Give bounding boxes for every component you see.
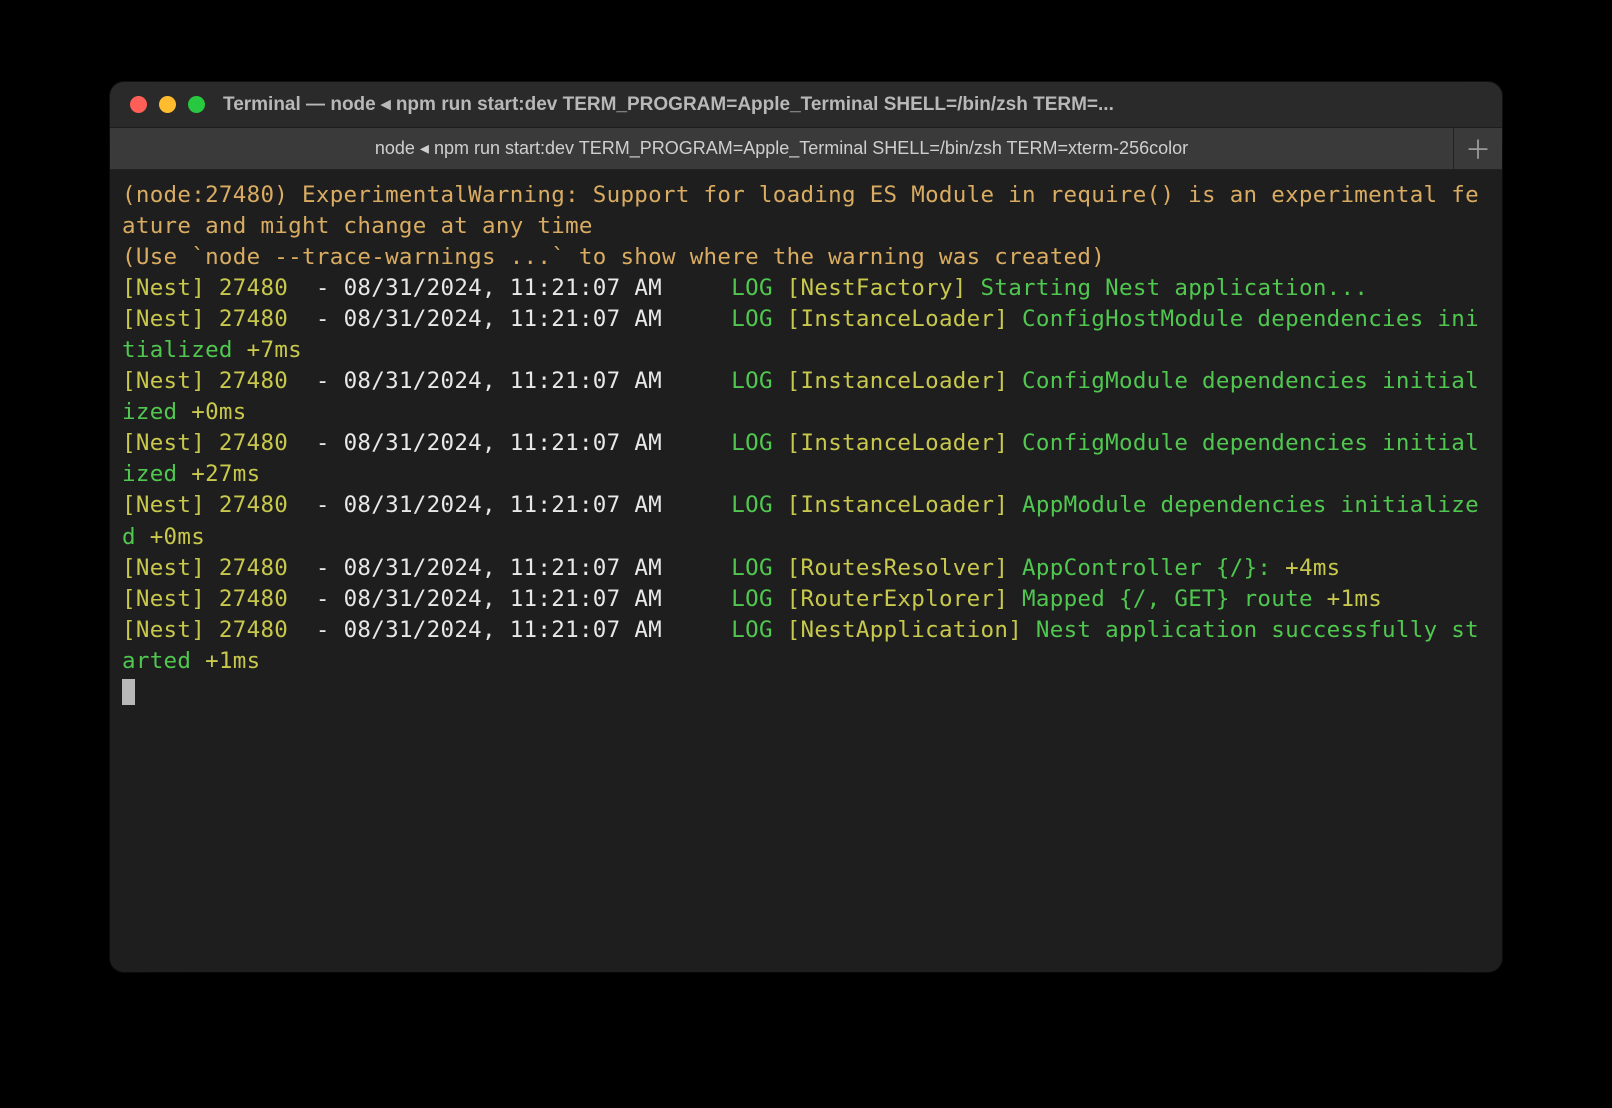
log-timestamp: 08/31/2024, 11:21:07 AM [344, 617, 662, 643]
maximize-button[interactable] [188, 96, 205, 113]
log-spacer [662, 617, 731, 643]
log-context: [InstanceLoader] [787, 492, 1022, 518]
log-prefix: [Nest] 27480 [122, 275, 316, 301]
log-spacer [662, 492, 731, 518]
log-dash: - [316, 555, 344, 581]
traffic-lights [130, 96, 205, 113]
log-dash: - [316, 430, 344, 456]
new-tab-button[interactable]: ＋ [1454, 128, 1502, 169]
log-message: AppController {/}: [1022, 555, 1285, 581]
log-context: [NestApplication] [787, 617, 1036, 643]
log-timing: +0ms [150, 524, 205, 550]
log-context: [InstanceLoader] [787, 430, 1022, 456]
log-level: LOG [731, 555, 786, 581]
log-dash: - [316, 368, 344, 394]
log-timestamp: 08/31/2024, 11:21:07 AM [344, 368, 662, 394]
log-context: [RoutesResolver] [787, 555, 1022, 581]
log-level: LOG [731, 586, 786, 612]
log-dash: - [316, 306, 344, 332]
log-context: [RouterExplorer] [787, 586, 1022, 612]
log-spacer [662, 275, 731, 301]
log-timing: +1ms [1327, 586, 1382, 612]
minimize-button[interactable] [159, 96, 176, 113]
warning-line: (node:27480) ExperimentalWarning: Suppor… [122, 182, 1479, 239]
log-timing: +4ms [1285, 555, 1340, 581]
log-spacer [662, 306, 731, 332]
log-dash: - [316, 275, 344, 301]
log-prefix: [Nest] 27480 [122, 306, 316, 332]
log-spacer [662, 586, 731, 612]
log-prefix: [Nest] 27480 [122, 368, 316, 394]
log-timing: +1ms [205, 648, 260, 674]
plus-icon: ＋ [1465, 130, 1491, 167]
log-prefix: [Nest] 27480 [122, 586, 316, 612]
log-timestamp: 08/31/2024, 11:21:07 AM [344, 492, 662, 518]
log-context: [InstanceLoader] [787, 306, 1022, 332]
close-button[interactable] [130, 96, 147, 113]
terminal-window: Terminal — node ◂ npm run start:dev TERM… [110, 82, 1502, 972]
log-timestamp: 08/31/2024, 11:21:07 AM [344, 555, 662, 581]
window-title: Terminal — node ◂ npm run start:dev TERM… [223, 93, 1482, 116]
log-level: LOG [731, 306, 786, 332]
log-level: LOG [731, 275, 786, 301]
warning-hint: (Use `node --trace-warnings ...` to show… [122, 244, 1105, 270]
log-message: Mapped {/, GET} route [1022, 586, 1327, 612]
tab-bar: node ◂ npm run start:dev TERM_PROGRAM=Ap… [110, 128, 1502, 170]
log-timestamp: 08/31/2024, 11:21:07 AM [344, 586, 662, 612]
log-timestamp: 08/31/2024, 11:21:07 AM [344, 430, 662, 456]
tab-active[interactable]: node ◂ npm run start:dev TERM_PROGRAM=Ap… [110, 128, 1454, 169]
log-context: [InstanceLoader] [787, 368, 1022, 394]
terminal-output[interactable]: (node:27480) ExperimentalWarning: Suppor… [110, 170, 1502, 972]
log-context: [NestFactory] [787, 275, 981, 301]
tab-label: node ◂ npm run start:dev TERM_PROGRAM=Ap… [375, 138, 1188, 159]
log-level: LOG [731, 430, 786, 456]
log-timing: +0ms [191, 399, 246, 425]
log-spacer [662, 555, 731, 581]
log-prefix: [Nest] 27480 [122, 617, 316, 643]
log-prefix: [Nest] 27480 [122, 430, 316, 456]
log-timestamp: 08/31/2024, 11:21:07 AM [344, 275, 662, 301]
log-prefix: [Nest] 27480 [122, 555, 316, 581]
log-level: LOG [731, 368, 786, 394]
log-spacer [662, 430, 731, 456]
log-dash: - [316, 492, 344, 518]
log-level: LOG [731, 492, 786, 518]
log-timing: +27ms [191, 461, 260, 487]
log-timing: +7ms [247, 337, 302, 363]
log-message: Starting Nest application... [981, 275, 1369, 301]
window-titlebar[interactable]: Terminal — node ◂ npm run start:dev TERM… [110, 82, 1502, 128]
log-dash: - [316, 586, 344, 612]
log-level: LOG [731, 617, 786, 643]
log-prefix: [Nest] 27480 [122, 492, 316, 518]
log-timestamp: 08/31/2024, 11:21:07 AM [344, 306, 662, 332]
terminal-cursor [122, 679, 135, 705]
log-dash: - [316, 617, 344, 643]
log-spacer [662, 368, 731, 394]
